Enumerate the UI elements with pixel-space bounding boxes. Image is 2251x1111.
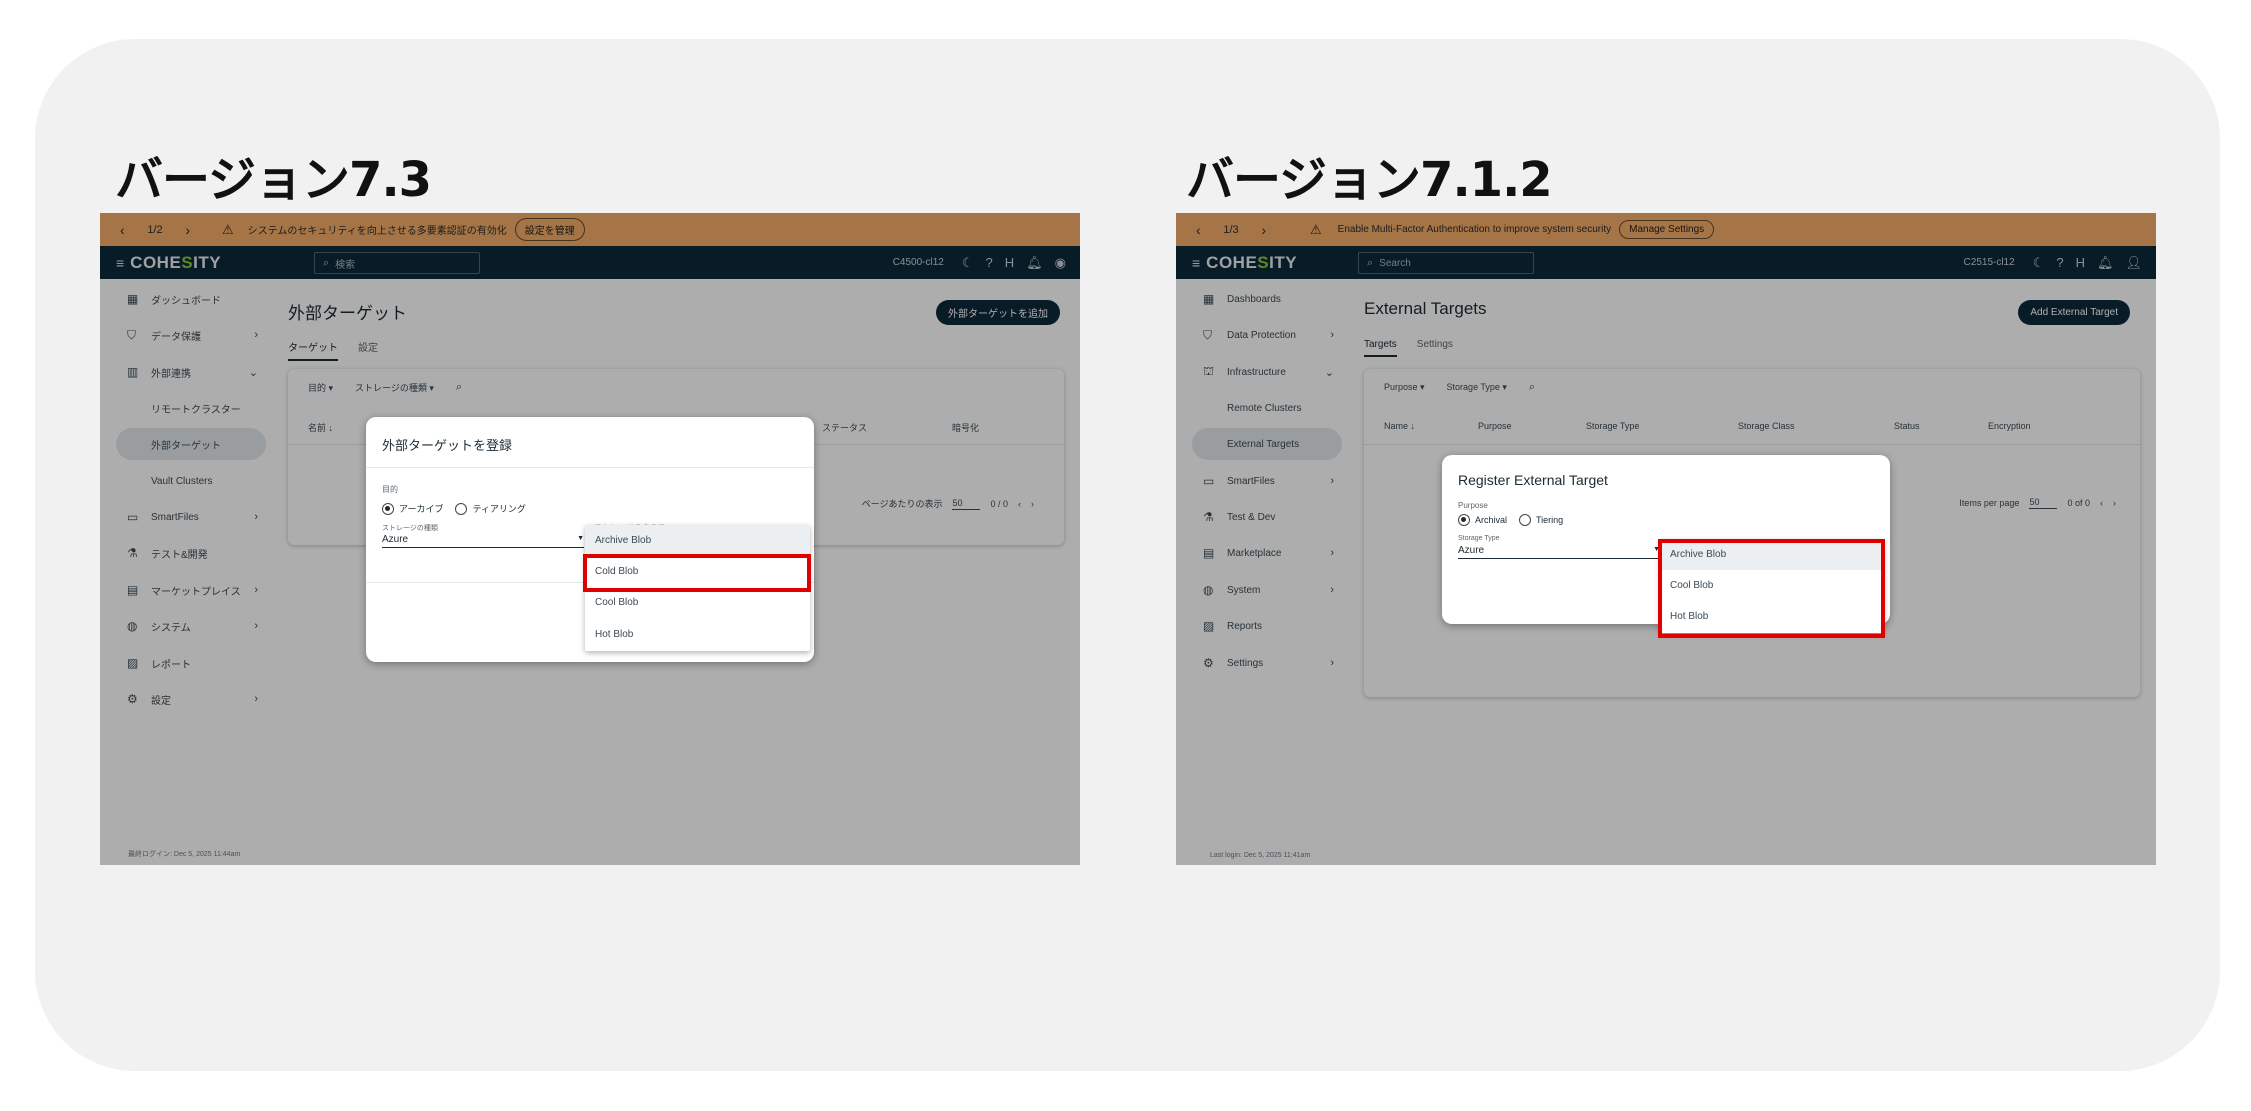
purpose-label: 目的	[382, 485, 398, 494]
highlight-box-left	[583, 554, 811, 592]
storage-type-select[interactable]: Azure ▼	[382, 534, 584, 548]
radio-archival[interactable]	[1458, 514, 1470, 526]
version-title-right: バージョン7.1.2	[1186, 152, 1553, 208]
radio-archive[interactable]	[382, 502, 394, 515]
option-hot-blob[interactable]: Hot Blob	[585, 619, 810, 650]
screenshot-v73: ‹ 1/2 › ⚠ システムのセキュリティを向上させる多要素認証の有効化 設定を…	[100, 213, 1080, 865]
version-title-left: バージョン7.3	[115, 152, 432, 208]
storage-type-label: Storage Type	[1458, 535, 1500, 542]
storage-type-select[interactable]: Azure ▼	[1458, 545, 1660, 559]
option-archive-blob[interactable]: Archive Blob	[585, 525, 810, 556]
dialog-title: 外部ターゲットを登録	[382, 438, 513, 453]
radio-tiering[interactable]	[455, 502, 468, 515]
radio-tiering[interactable]	[1519, 514, 1532, 526]
caret-down-icon: ▼	[577, 535, 584, 542]
highlight-box-right	[1658, 539, 1885, 638]
screenshot-v712: ‹ 1/3 › ⚠ Enable Multi-Factor Authentica…	[1176, 213, 2156, 865]
dialog-title: Register External Target	[1458, 472, 1608, 488]
purpose-label: Purpose	[1458, 501, 1488, 510]
storage-type-label: ストレージの種類	[382, 525, 438, 532]
